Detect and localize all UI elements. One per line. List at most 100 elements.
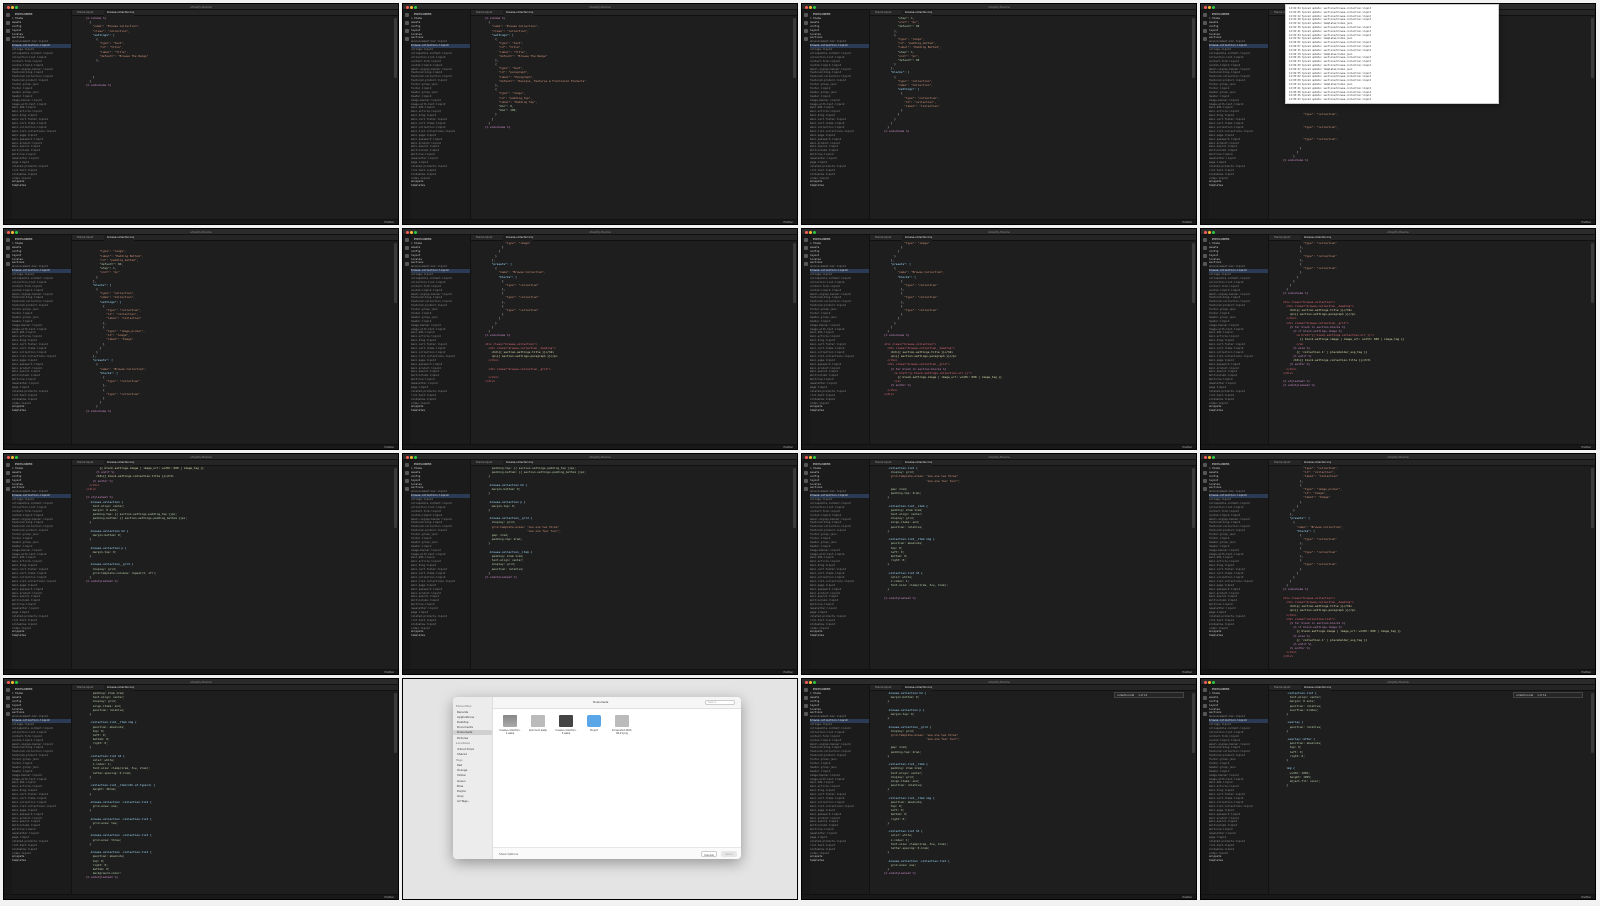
editor-scrollbar[interactable]: [1591, 693, 1594, 753]
files-icon[interactable]: [6, 688, 10, 692]
prettier-status[interactable]: Prettier: [1182, 445, 1192, 449]
prettier-status[interactable]: Prettier: [783, 445, 793, 449]
source-control-icon[interactable]: [804, 254, 808, 258]
explorer-folder[interactable]: templates: [1209, 634, 1268, 638]
source-control-icon[interactable]: [6, 704, 10, 708]
extensions-icon[interactable]: [1203, 712, 1207, 716]
explorer-folder[interactable]: templates: [12, 409, 71, 413]
extensions-icon[interactable]: [405, 37, 409, 41]
search-icon[interactable]: [804, 21, 808, 25]
files-icon[interactable]: [804, 238, 808, 242]
prettier-status[interactable]: Prettier: [783, 670, 793, 674]
code-editor[interactable]: padding-top: {{ section.settings.padding…: [471, 466, 797, 669]
show-options-button[interactable]: Show Options: [499, 852, 518, 856]
source-control-icon[interactable]: [804, 704, 808, 708]
explorer-folder[interactable]: templates: [1209, 859, 1268, 863]
extensions-icon[interactable]: [1203, 37, 1207, 41]
editor-scrollbar[interactable]: [394, 693, 397, 753]
source-control-icon[interactable]: [1203, 29, 1207, 33]
editor-scrollbar[interactable]: [793, 18, 796, 78]
code-editor[interactable]: .collection-list { text-align: center; m…: [1269, 691, 1595, 894]
prettier-status[interactable]: Prettier: [1581, 670, 1591, 674]
search-icon[interactable]: [1203, 471, 1207, 475]
extensions-icon[interactable]: [804, 487, 808, 491]
search-icon[interactable]: [6, 471, 10, 475]
search-icon[interactable]: [804, 696, 808, 700]
extensions-icon[interactable]: [6, 37, 10, 41]
search-icon[interactable]: [405, 21, 409, 25]
explorer-folder[interactable]: templates: [810, 409, 869, 413]
prettier-status[interactable]: Prettier: [384, 895, 394, 899]
source-control-icon[interactable]: [804, 29, 808, 33]
files-icon[interactable]: [804, 13, 808, 17]
prettier-status[interactable]: Prettier: [1581, 220, 1591, 224]
search-icon[interactable]: [804, 246, 808, 250]
extensions-icon[interactable]: [804, 37, 808, 41]
editor-scrollbar[interactable]: [394, 18, 397, 78]
editor-scrollbar[interactable]: [1192, 243, 1195, 303]
code-editor[interactable]: "type": "image" } ] } ], "presets": [ { …: [471, 241, 797, 444]
find-widget[interactable]: collection-list 1 of 14: [1114, 692, 1184, 698]
editor-scrollbar[interactable]: [793, 468, 796, 528]
prettier-status[interactable]: Prettier: [1182, 895, 1192, 899]
code-editor[interactable]: "type": "collection", "id": "collection"…: [1269, 466, 1595, 669]
explorer-folder[interactable]: templates: [12, 859, 71, 863]
code-editor[interactable]: {% schema %} { "name": "Browse Collectio…: [471, 16, 797, 219]
files-icon[interactable]: [1203, 13, 1207, 17]
extensions-icon[interactable]: [6, 262, 10, 266]
cancel-button[interactable]: Cancel: [701, 851, 717, 857]
extensions-icon[interactable]: [1203, 262, 1207, 266]
editor-scrollbar[interactable]: [793, 243, 796, 303]
file-item[interactable]: Project: [583, 715, 605, 755]
search-field[interactable]: Search: [705, 700, 735, 705]
extensions-icon[interactable]: [1203, 487, 1207, 491]
find-input[interactable]: collection-list: [1117, 694, 1134, 697]
files-icon[interactable]: [804, 688, 808, 692]
files-icon[interactable]: [1203, 463, 1207, 467]
search-icon[interactable]: [1203, 246, 1207, 250]
prettier-status[interactable]: Prettier: [384, 670, 394, 674]
files-icon[interactable]: [405, 463, 409, 467]
editor-scrollbar[interactable]: [1591, 243, 1594, 303]
extensions-icon[interactable]: [804, 712, 808, 716]
code-editor[interactable]: padding: 2rem 1rem; text-align: center; …: [72, 691, 398, 894]
source-control-icon[interactable]: [804, 479, 808, 483]
file-item[interactable]: bed-room.webp: [527, 715, 549, 755]
explorer-folder[interactable]: templates: [810, 184, 869, 188]
explorer-folder[interactable]: templates: [411, 634, 470, 638]
extensions-icon[interactable]: [6, 712, 10, 716]
source-control-icon[interactable]: [405, 29, 409, 33]
search-icon[interactable]: [1203, 21, 1207, 25]
code-editor[interactable]: .browse-collection h2 { margin-bottom: 0…: [870, 691, 1196, 894]
explorer-folder[interactable]: templates: [1209, 409, 1268, 413]
editor-scrollbar[interactable]: [1591, 18, 1594, 78]
prettier-status[interactable]: Prettier: [783, 220, 793, 224]
extensions-icon[interactable]: [804, 262, 808, 266]
code-editor[interactable]: "type": "range", "label": "Padding Botto…: [72, 241, 398, 444]
search-icon[interactable]: [6, 21, 10, 25]
sidebar-item[interactable]: All Tags...: [453, 799, 492, 804]
files-icon[interactable]: [6, 463, 10, 467]
files-icon[interactable]: [1203, 238, 1207, 242]
prettier-status[interactable]: Prettier: [1182, 220, 1192, 224]
source-control-icon[interactable]: [1203, 479, 1207, 483]
location-popup[interactable]: Downloads: [593, 700, 608, 704]
explorer-folder[interactable]: templates: [411, 184, 470, 188]
find-input[interactable]: collection-list: [1516, 694, 1533, 697]
explorer-folder[interactable]: templates: [12, 184, 71, 188]
search-icon[interactable]: [804, 471, 808, 475]
source-control-icon[interactable]: [1203, 704, 1207, 708]
files-icon[interactable]: [804, 463, 808, 467]
source-control-icon[interactable]: [6, 29, 10, 33]
extensions-icon[interactable]: [405, 262, 409, 266]
files-icon[interactable]: [6, 13, 10, 17]
sidebar-item[interactable]: Documents: [453, 725, 492, 730]
prettier-status[interactable]: Prettier: [384, 220, 394, 224]
prettier-status[interactable]: Prettier: [1581, 445, 1591, 449]
explorer-folder[interactable]: templates: [810, 634, 869, 638]
editor-scrollbar[interactable]: [1192, 18, 1195, 78]
code-editor[interactable]: "type": "collection" }, { "type": "colle…: [1269, 241, 1595, 444]
editor-scrollbar[interactable]: [1591, 468, 1594, 528]
find-widget[interactable]: collection-list 1 of 14: [1513, 692, 1583, 698]
files-icon[interactable]: [405, 238, 409, 242]
